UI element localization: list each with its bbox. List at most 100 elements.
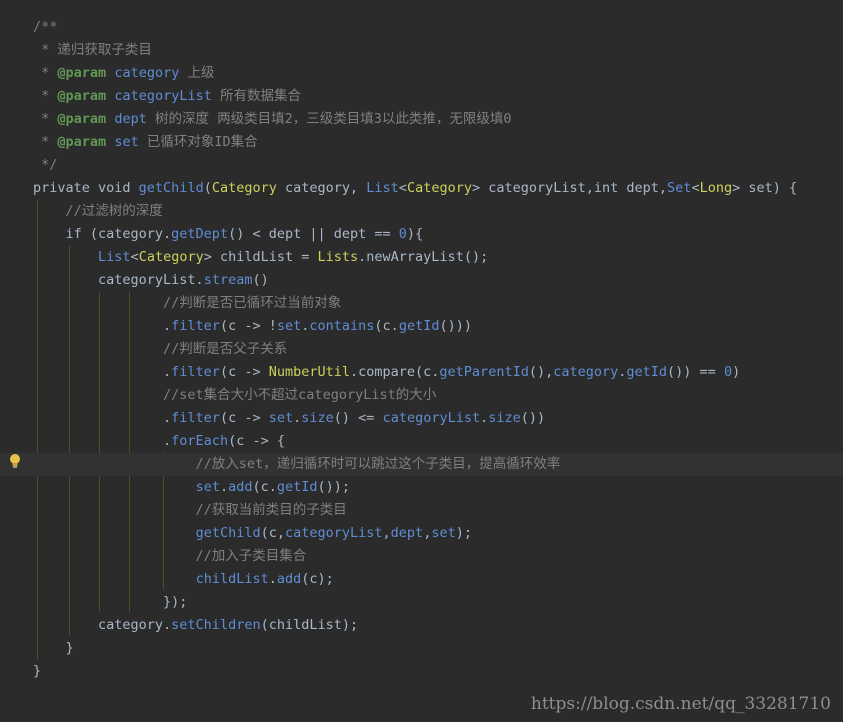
code-line[interactable]: .filter(c -> !set.contains(c.getId())) — [33, 315, 472, 338]
code-token: set — [431, 525, 456, 541]
code-token: @param — [57, 65, 107, 81]
code-editor[interactable]: /** * 递归获取子类目 * @param category 上级 * @pa… — [0, 0, 843, 722]
code-token: //set集合大小不超过categoryList的大小 — [33, 387, 437, 403]
code-line[interactable]: childList.add(c); — [33, 568, 334, 591]
code-token: categoryList. — [33, 272, 204, 288]
code-token: } — [33, 640, 74, 656]
code-token: < — [398, 180, 407, 196]
code-token: filter — [171, 318, 220, 334]
code-token: (c -> ! — [219, 318, 277, 334]
code-token: category — [114, 65, 180, 81]
code-line[interactable]: getChild(c,categoryList,dept,set); — [33, 522, 472, 545]
code-line[interactable]: //set集合大小不超过categoryList的大小 — [33, 384, 436, 407]
code-token: Lists — [317, 249, 359, 265]
code-token: (c. — [252, 479, 277, 495]
code-token: category — [553, 364, 619, 380]
code-token: < — [691, 180, 700, 196]
code-line[interactable]: }); — [33, 591, 187, 614]
code-line[interactable]: //放入set，递归循环时可以跳过这个子类目，提高循环效率 — [0, 453, 843, 476]
code-token: set — [114, 134, 139, 150]
code-token: , — [382, 525, 391, 541]
code-token: dept — [114, 111, 147, 127]
code-token: . — [33, 410, 172, 426]
code-token: @param — [57, 88, 107, 104]
code-token: ( — [203, 180, 212, 196]
code-line[interactable]: //过滤树的深度 — [33, 200, 163, 223]
code-token: categoryList — [284, 525, 383, 541]
code-token: . — [33, 364, 172, 380]
code-token: List — [366, 180, 399, 196]
code-token: > categoryList,int dept, — [471, 180, 668, 196]
code-line[interactable]: //获取当前类目的子类目 — [33, 499, 347, 522]
code-line[interactable]: set.add(c.getId()); — [33, 476, 350, 499]
code-token: List — [98, 249, 131, 265]
code-token: dept — [390, 525, 424, 541]
code-token: forEach — [171, 433, 229, 449]
code-token: }); — [33, 594, 188, 610]
code-token: set — [276, 318, 302, 334]
code-token: . — [219, 479, 229, 495]
lightbulb-icon[interactable] — [8, 453, 22, 469]
code-token: categoryList — [382, 410, 481, 426]
code-line[interactable]: .filter(c -> set.size() <= categoryList.… — [33, 407, 545, 430]
code-token: () < dept || dept == — [228, 226, 399, 242]
code-token: . — [33, 433, 172, 449]
code-token: getId — [626, 364, 668, 380]
code-token: ) — [732, 364, 741, 380]
code-line[interactable]: category.setChildren(childList); — [33, 614, 358, 637]
code-line[interactable]: //判断是否已循环过当前对象 — [33, 292, 341, 315]
code-line[interactable]: * @param set 已循环对象ID集合 — [33, 131, 258, 154]
code-token: stream — [203, 272, 253, 288]
code-line[interactable]: */ — [33, 154, 57, 177]
code-line[interactable]: * @param categoryList 所有数据集合 — [33, 85, 301, 108]
code-token: (c -> — [219, 364, 269, 380]
code-token: set — [195, 479, 220, 495]
code-token: (c. — [374, 318, 399, 334]
code-line[interactable]: * @param dept 树的深度 两级类目填2，三级类目填3以此类推，无限级… — [33, 108, 511, 131]
code-token: () — [252, 272, 269, 288]
code-token: ()) — [520, 410, 546, 426]
code-token: (c, — [260, 525, 285, 541]
code-token: //判断是否已循环过当前对象 — [33, 295, 342, 311]
code-line[interactable]: .filter(c -> NumberUtil.compare(c.getPar… — [33, 361, 740, 384]
code-line[interactable]: } — [33, 660, 41, 683]
code-token: ); — [455, 525, 472, 541]
code-token: //放入set，递归循环时可以跳过这个子类目，提高循环效率 — [33, 456, 561, 472]
code-line[interactable]: List<Category> childList = Lists.newArra… — [33, 246, 488, 269]
code-token: 树的深度 两级类目填2，三级类目填3以此类推，无限级填0 — [146, 111, 512, 127]
code-line[interactable]: private void getChild(Category category,… — [33, 177, 797, 200]
code-line[interactable]: if (category.getDept() < dept || dept ==… — [33, 223, 424, 246]
code-line[interactable]: //加入子类目集合 — [33, 545, 307, 568]
code-token: > set) { — [732, 180, 798, 196]
code-token: private void — [33, 180, 139, 196]
code-token: getId — [398, 318, 440, 334]
code-token: < — [130, 249, 139, 265]
code-token: > childList = — [203, 249, 318, 265]
code-token: //获取当前类目的子类目 — [33, 502, 347, 518]
code-token: set — [268, 410, 294, 426]
code-token: 已循环对象ID集合 — [138, 134, 258, 150]
code-token: (c -> { — [228, 433, 285, 449]
code-token: filter — [171, 364, 220, 380]
code-token: Category — [406, 180, 472, 196]
code-line[interactable]: } — [33, 637, 74, 660]
code-token: category, — [276, 180, 367, 196]
code-token: size — [301, 410, 334, 426]
editor-gutter — [0, 0, 28, 722]
code-token: NumberUtil — [268, 364, 351, 380]
code-line[interactable]: * @param category 上级 — [33, 62, 214, 85]
code-token: if (category. — [33, 226, 172, 242]
code-token: . — [33, 318, 172, 334]
code-line[interactable]: //判断是否父子关系 — [33, 338, 287, 361]
code-token: 所有数据集合 — [211, 88, 301, 104]
code-line[interactable]: categoryList.stream() — [33, 269, 269, 292]
code-line[interactable]: * 递归获取子类目 — [33, 39, 152, 62]
code-token: category. — [33, 617, 172, 633]
code-token: size — [488, 410, 521, 426]
code-token: add — [228, 479, 253, 495]
code-line[interactable]: /** — [33, 16, 57, 39]
code-token: /** — [33, 19, 58, 35]
code-line[interactable]: .forEach(c -> { — [33, 430, 285, 453]
